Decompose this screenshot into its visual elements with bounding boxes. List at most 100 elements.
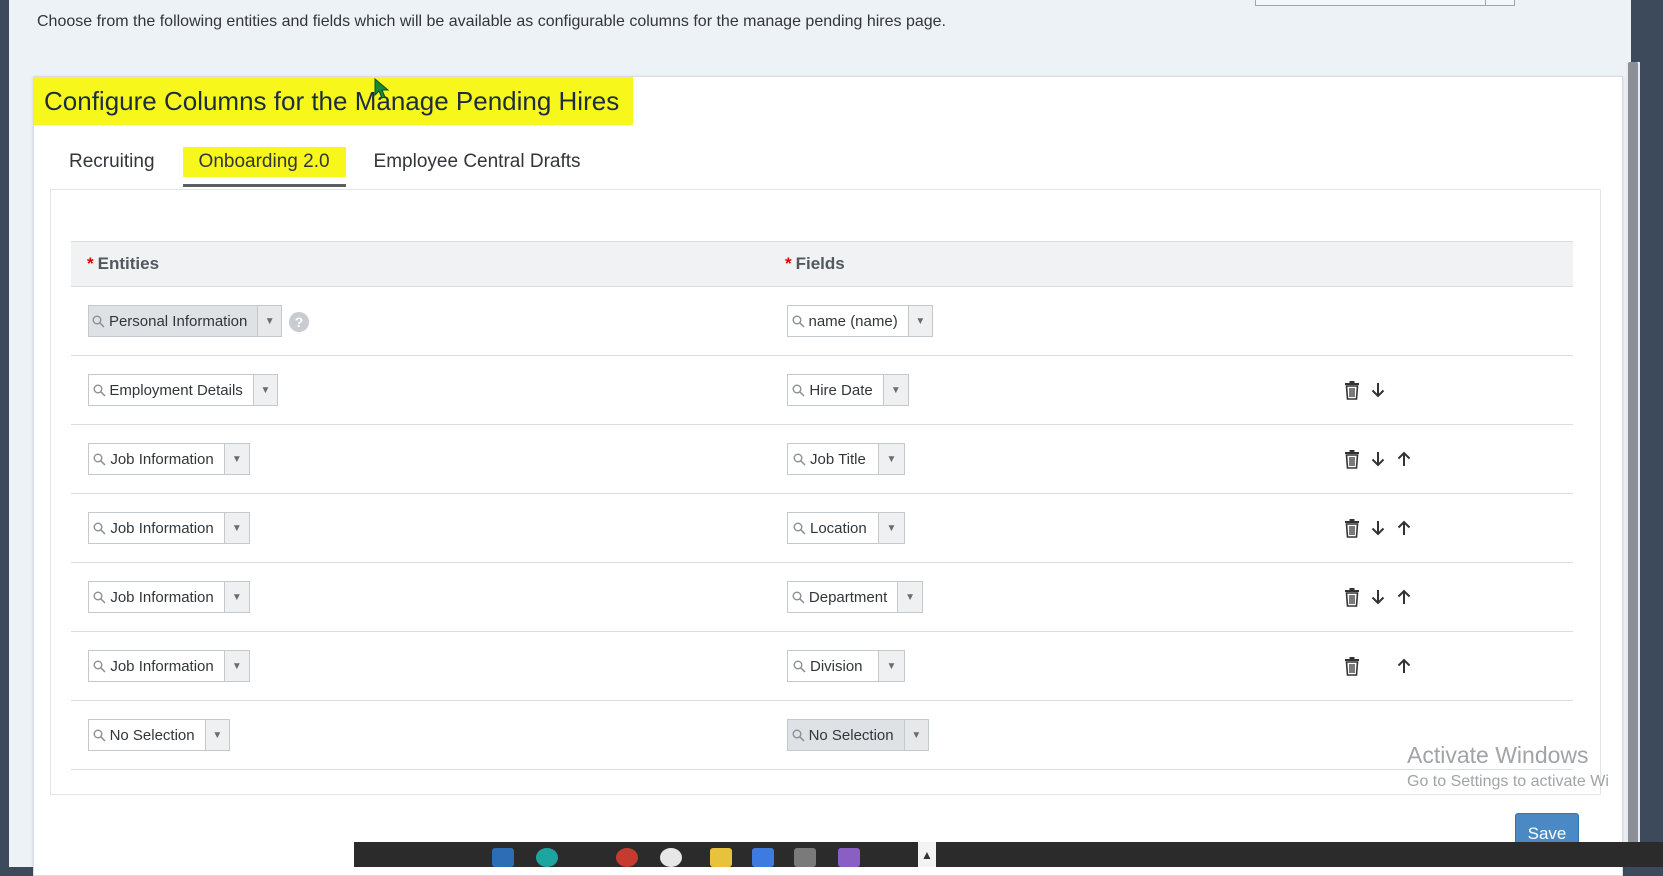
chevron-down-icon[interactable]: ▼ bbox=[223, 651, 249, 681]
search-icon bbox=[788, 651, 810, 681]
field-select[interactable]: Job Title ▼ bbox=[787, 443, 905, 475]
fields-header: * Fields bbox=[785, 254, 845, 274]
field-select[interactable]: Department ▼ bbox=[787, 581, 923, 613]
taskbar-app-icon[interactable] bbox=[752, 848, 774, 867]
entity-select[interactable]: Job Information ▼ bbox=[88, 650, 250, 682]
field-select[interactable]: Hire Date ▼ bbox=[787, 374, 909, 406]
chevron-down-icon[interactable]: ▼ bbox=[897, 582, 922, 612]
tab-label: Recruiting bbox=[69, 151, 155, 172]
field-select[interactable]: No Selection ▼ bbox=[787, 719, 929, 751]
trash-icon[interactable] bbox=[1341, 447, 1363, 471]
fields-header-label: Fields bbox=[795, 254, 845, 273]
search-icon bbox=[89, 720, 110, 750]
combo-value: Employment Details bbox=[109, 381, 243, 399]
field-select[interactable]: Division ▼ bbox=[787, 650, 905, 682]
help-icon[interactable]: ? bbox=[289, 312, 309, 332]
chevron-down-icon[interactable]: ▼ bbox=[252, 375, 277, 405]
entity-select[interactable]: Personal Information ▼ bbox=[88, 305, 282, 337]
table-row: Job Information ▼ Location ▼ bbox=[71, 494, 1573, 563]
table-row: Personal Information ▼ name (name) ▼? bbox=[71, 287, 1573, 356]
entity-select[interactable]: Employment Details ▼ bbox=[88, 374, 278, 406]
tab-onboarding[interactable]: Onboarding 2.0 bbox=[182, 139, 346, 187]
tab-label: Employee Central Drafts bbox=[373, 151, 581, 172]
chevron-down-icon[interactable]: ▼ bbox=[903, 720, 928, 750]
tab-panel: * Entities * Fields Personal Information ▼ n… bbox=[50, 189, 1601, 795]
chevron-down-icon[interactable]: ▼ bbox=[223, 444, 249, 474]
field-select[interactable]: name (name) ▼ bbox=[787, 305, 933, 337]
scrollbar-thumb[interactable] bbox=[1628, 62, 1638, 867]
taskbar-app-icon[interactable] bbox=[710, 848, 732, 867]
entity-select[interactable]: Job Information ▼ bbox=[88, 443, 250, 475]
combo-value: Division bbox=[810, 657, 863, 675]
search-icon bbox=[788, 582, 809, 612]
search-icon bbox=[89, 651, 110, 681]
tab-label: Onboarding 2.0 bbox=[182, 147, 346, 177]
combo-value: Hire Date bbox=[809, 381, 873, 399]
arrow-up-icon[interactable] bbox=[1393, 654, 1415, 678]
trash-icon[interactable] bbox=[1341, 516, 1363, 540]
tab-employee-central-drafts[interactable]: Employee Central Drafts bbox=[374, 139, 581, 185]
chevron-down-icon[interactable]: ▼ bbox=[257, 306, 281, 336]
combo-value: Job Title bbox=[810, 450, 866, 468]
combo-value: No Selection bbox=[109, 726, 195, 744]
search-icon bbox=[89, 306, 109, 336]
search-icon bbox=[89, 513, 110, 543]
table-row: Job Information ▼ Division ▼ bbox=[71, 632, 1573, 701]
arrow-down-icon[interactable] bbox=[1367, 516, 1389, 540]
taskbar-app-icon[interactable] bbox=[616, 848, 638, 867]
arrow-up-icon[interactable] bbox=[1393, 447, 1415, 471]
taskbar-app-icon[interactable] bbox=[660, 848, 682, 867]
taskbar-app-icon[interactable] bbox=[838, 848, 860, 867]
search-icon bbox=[788, 306, 809, 336]
card-title-highlight: Configure Columns for the Manage Pending… bbox=[34, 77, 634, 125]
chevron-down-icon[interactable]: ▼ bbox=[878, 651, 904, 681]
search-icon bbox=[788, 720, 809, 750]
required-marker: * bbox=[785, 254, 792, 273]
entity-select[interactable]: Job Information ▼ bbox=[88, 512, 250, 544]
taskbar-app-icon[interactable] bbox=[492, 848, 514, 867]
chevron-down-icon[interactable]: ▼ bbox=[878, 513, 904, 543]
combo-value: No Selection bbox=[808, 726, 894, 744]
top-search-input[interactable] bbox=[1255, 0, 1515, 6]
table-body: Personal Information ▼ name (name) ▼? Employ… bbox=[71, 287, 1573, 770]
combo-value: Job Information bbox=[110, 519, 214, 537]
chevron-down-icon[interactable]: ▼ bbox=[223, 513, 249, 543]
combo-value: Department bbox=[808, 588, 888, 606]
windows-taskbar: ▲ bbox=[354, 842, 1663, 867]
combo-value: Personal Information bbox=[108, 312, 248, 330]
search-icon bbox=[89, 444, 110, 474]
table-row: No Selection ▼ No Selection ▼ bbox=[71, 701, 1573, 770]
search-icon bbox=[89, 582, 110, 612]
arrow-down-icon[interactable] bbox=[1367, 378, 1389, 402]
tab-bar: Recruiting Onboarding 2.0 Employee Centr… bbox=[69, 139, 609, 187]
arrow-down-icon[interactable] bbox=[1367, 585, 1389, 609]
activate-windows-watermark: Activate Windows Go to Settings to activ… bbox=[1407, 742, 1609, 791]
table-row: Employment Details ▼ Hire Date ▼ bbox=[71, 356, 1573, 425]
trash-icon[interactable] bbox=[1341, 654, 1363, 678]
arrow-up-icon[interactable] bbox=[1393, 516, 1415, 540]
mouse-cursor-icon bbox=[374, 78, 390, 99]
trash-icon[interactable] bbox=[1341, 585, 1363, 609]
entity-select[interactable]: No Selection ▼ bbox=[88, 719, 230, 751]
required-marker: * bbox=[87, 254, 94, 273]
entities-header: * Entities bbox=[87, 254, 159, 274]
tab-recruiting[interactable]: Recruiting bbox=[69, 139, 155, 185]
arrow-up-icon[interactable] bbox=[1393, 585, 1415, 609]
field-select[interactable]: Location ▼ bbox=[787, 512, 905, 544]
table-header: * Entities * Fields bbox=[71, 241, 1573, 287]
table-row: Job Information ▼ Job Title ▼ bbox=[71, 425, 1573, 494]
chevron-down-icon[interactable]: ▼ bbox=[878, 444, 904, 474]
arrow-down-icon[interactable] bbox=[1367, 447, 1389, 471]
taskbar-app-icon[interactable] bbox=[794, 848, 816, 867]
chevron-down-icon[interactable]: ▼ bbox=[204, 720, 229, 750]
chevron-down-icon[interactable]: ▼ bbox=[907, 306, 932, 336]
vertical-scrollbar[interactable] bbox=[1626, 62, 1640, 867]
chevron-down-icon[interactable]: ▼ bbox=[223, 582, 249, 612]
chevron-down-icon[interactable]: ▼ bbox=[882, 375, 908, 405]
combo-value: Job Information bbox=[110, 588, 214, 606]
chevron-up-icon[interactable]: ▲ bbox=[918, 842, 936, 867]
entity-select[interactable]: Job Information ▼ bbox=[88, 581, 250, 613]
watermark-line2: Go to Settings to activate Wi bbox=[1407, 773, 1609, 790]
taskbar-app-icon[interactable] bbox=[536, 848, 558, 867]
trash-icon[interactable] bbox=[1341, 378, 1363, 402]
